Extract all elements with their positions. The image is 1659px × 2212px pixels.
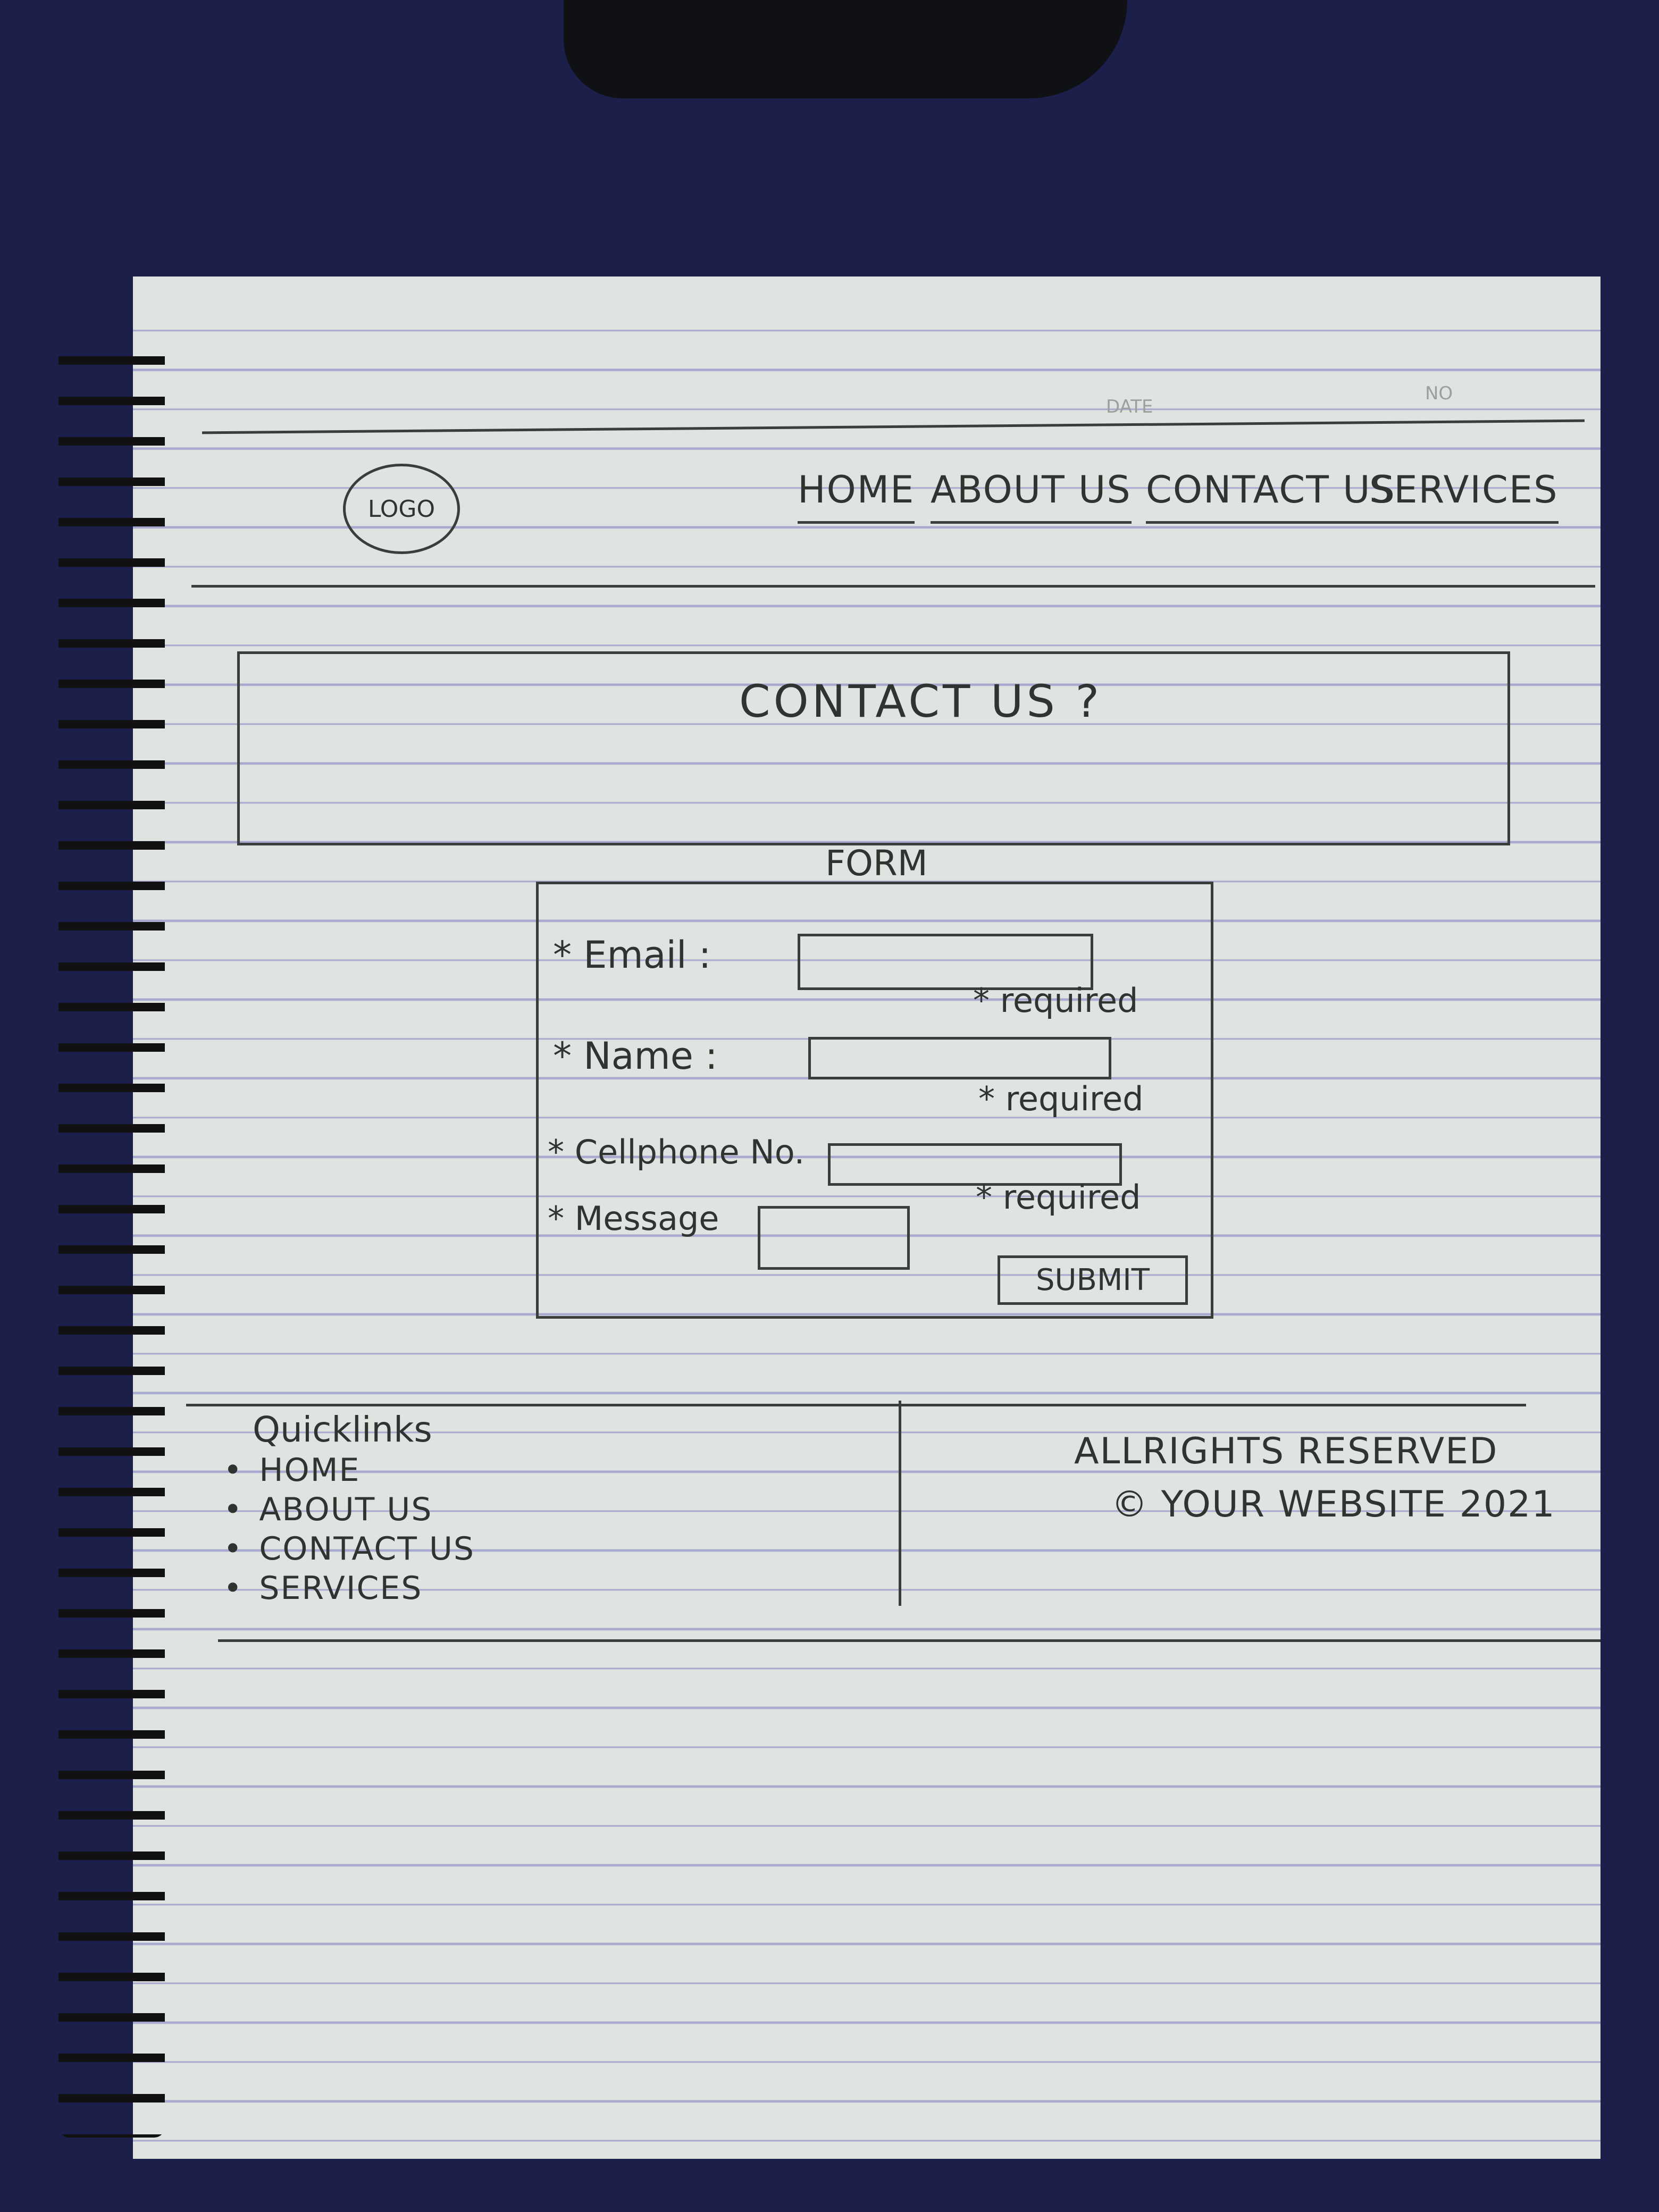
form-title: FORM	[825, 843, 928, 884]
quicklink-about-us[interactable]: ABOUT US	[223, 1491, 475, 1530]
nav-contact-us[interactable]: CONTACT US	[1146, 468, 1396, 524]
quicklinks-title: Quicklinks	[253, 1409, 432, 1450]
footer-copyright: © YOUR WEBSITE 2021	[1111, 1484, 1556, 1526]
notebook-spiral	[58, 340, 165, 2138]
footer-bottom-divider	[218, 1639, 1601, 1642]
submit-button[interactable]: SUBMIT	[998, 1255, 1188, 1305]
footer-rights: ALLRIGHTS RESERVED	[1074, 1430, 1498, 1472]
quicklink-home[interactable]: HOME	[223, 1452, 475, 1491]
quicklinks-list: HOME ABOUT US CONTACT US SERVICES	[223, 1452, 475, 1609]
name-input[interactable]	[808, 1037, 1111, 1079]
paper-no-label: NO	[1425, 383, 1453, 404]
quicklink-services[interactable]: SERVICES	[223, 1570, 475, 1609]
submit-label: SUBMIT	[1036, 1263, 1150, 1297]
hero-title: CONTACT US ?	[739, 675, 1103, 727]
background-plastic-bag	[564, 0, 1127, 98]
paper-date-label: DATE	[1106, 396, 1153, 417]
name-required-note: * required	[978, 1079, 1144, 1118]
footer-top-divider	[186, 1404, 1526, 1406]
email-required-note: * required	[973, 981, 1138, 1020]
message-textarea[interactable]	[758, 1206, 910, 1270]
name-label: * Name :	[553, 1034, 718, 1078]
cellphone-label: * Cellphone No.	[548, 1133, 805, 1171]
email-label: * Email :	[553, 933, 711, 977]
nav-home[interactable]: HOME	[798, 468, 915, 524]
logo[interactable]: LOGO	[343, 464, 460, 554]
nav-services[interactable]: SERVICES	[1369, 468, 1559, 524]
nav-about-us[interactable]: ABOUT US	[931, 468, 1132, 524]
message-label: * Message	[548, 1199, 719, 1238]
logo-text: LOGO	[367, 495, 435, 523]
footer-column-divider	[899, 1401, 901, 1606]
cellphone-required-note: * required	[976, 1178, 1141, 1217]
quicklink-contact-us[interactable]: CONTACT US	[223, 1530, 475, 1570]
header-bottom-divider	[191, 585, 1595, 588]
